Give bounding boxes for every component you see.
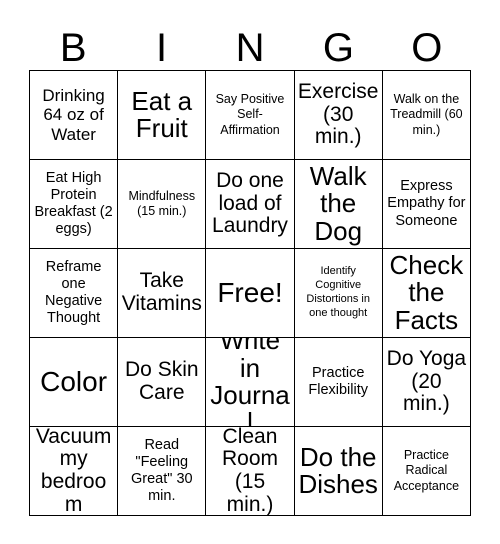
- bingo-cell[interactable]: Do Skin Care: [118, 338, 207, 427]
- bingo-cell[interactable]: Read "Feeling Great" 30 min.: [118, 427, 207, 516]
- bingo-cell[interactable]: Express Empathy for Someone: [382, 160, 471, 249]
- bingo-cell[interactable]: Practice Radical Acceptance: [382, 427, 471, 516]
- bingo-cell-label: Read "Feeling Great" 30 min.: [131, 436, 193, 505]
- bingo-header-letter-n: N: [235, 26, 265, 70]
- bingo-cell-label: Practice Radical Acceptance: [393, 448, 460, 493]
- bingo-cell[interactable]: Mindfulness (15 min.): [118, 160, 207, 249]
- bingo-cell-label: Do Yoga (20 min.): [386, 346, 467, 416]
- bingo-cell-label: Check the Facts: [389, 250, 464, 335]
- bingo-cell-label: Do Skin Care: [125, 358, 199, 404]
- bingo-cell-label: Free!: [217, 277, 283, 309]
- bingo-cell-label: Identify Cognitive Distortions in one th…: [306, 265, 370, 319]
- bingo-free-space-cell[interactable]: Free!: [206, 249, 295, 338]
- bingo-cell[interactable]: Vacuum my bedroom: [30, 427, 119, 516]
- bingo-cell-label: Vacuum my bedroom: [35, 427, 112, 516]
- bingo-cell-label: Say Positive Self-Affirmation: [215, 92, 285, 137]
- bingo-cell-label: Walk the Dog: [309, 161, 367, 246]
- bingo-cell-label: Mindfulness (15 min.): [128, 188, 196, 218]
- bingo-cell[interactable]: Do one load of Laundry: [206, 160, 295, 249]
- bingo-cell[interactable]: Check the Facts: [382, 249, 471, 338]
- bingo-cell-label: Write in Journal: [210, 338, 290, 427]
- bingo-cell-label: Drinking 64 oz of Water: [42, 85, 105, 144]
- bingo-cell-label: Eat a Fruit: [131, 85, 193, 143]
- bingo-cell[interactable]: Take Vitamins: [118, 249, 207, 338]
- bingo-cell[interactable]: Say Positive Self-Affirmation: [206, 71, 295, 160]
- bingo-header-letter-g: G: [322, 26, 354, 70]
- bingo-card: B I N G O Drinking 64 oz of Water Eat a F…: [0, 0, 500, 544]
- bingo-cell[interactable]: Do the Dishes: [294, 427, 383, 516]
- bingo-cell-label: Do one load of Laundry: [212, 168, 288, 238]
- bingo-cell[interactable]: Walk the Dog: [294, 160, 383, 249]
- bingo-cell[interactable]: Drinking 64 oz of Water: [30, 71, 119, 160]
- bingo-cell-label: Exercise (30 min.): [297, 79, 379, 149]
- bingo-cell-label: Practice Flexibility: [308, 364, 368, 398]
- bingo-cell[interactable]: Identify Cognitive Distortions in one th…: [294, 249, 383, 338]
- bingo-cell-label: Walk on the Treadmill (60 min.): [390, 92, 463, 137]
- bingo-cell-label: Eat High Protein Breakfast (2 eggs): [34, 169, 113, 238]
- bingo-header-letter-b: B: [59, 26, 87, 70]
- bingo-cell[interactable]: Walk on the Treadmill (60 min.): [382, 71, 471, 160]
- bingo-header-row: B I N G O: [29, 22, 471, 70]
- bingo-cell[interactable]: Reframe one Negative Thought: [30, 249, 119, 338]
- bingo-cell[interactable]: Write in Journal: [206, 338, 295, 427]
- bingo-cell-label: Take Vitamins: [121, 269, 202, 315]
- bingo-grid: Drinking 64 oz of Water Eat a Fruit Say Po…: [29, 70, 471, 516]
- bingo-header-letter-i: I: [156, 26, 168, 70]
- bingo-header-letter-o: O: [411, 26, 443, 70]
- bingo-cell-label: Reframe one Negative Thought: [44, 258, 103, 327]
- bingo-cell[interactable]: Eat High Protein Breakfast (2 eggs): [30, 160, 119, 249]
- bingo-cell-label: Express Empathy for Someone: [387, 178, 466, 229]
- bingo-cell-label: Color: [40, 366, 108, 398]
- bingo-cell[interactable]: Practice Flexibility: [294, 338, 383, 427]
- bingo-cell[interactable]: Color: [30, 338, 119, 427]
- bingo-cell[interactable]: Clean Room (15 min.): [206, 427, 295, 516]
- bingo-cell-label: Clean Room (15 min.): [221, 427, 278, 516]
- bingo-cell-label: Do the Dishes: [298, 441, 378, 499]
- bingo-cell[interactable]: Eat a Fruit: [118, 71, 207, 160]
- bingo-cell[interactable]: Exercise (30 min.): [294, 71, 383, 160]
- bingo-cell[interactable]: Do Yoga (20 min.): [382, 338, 471, 427]
